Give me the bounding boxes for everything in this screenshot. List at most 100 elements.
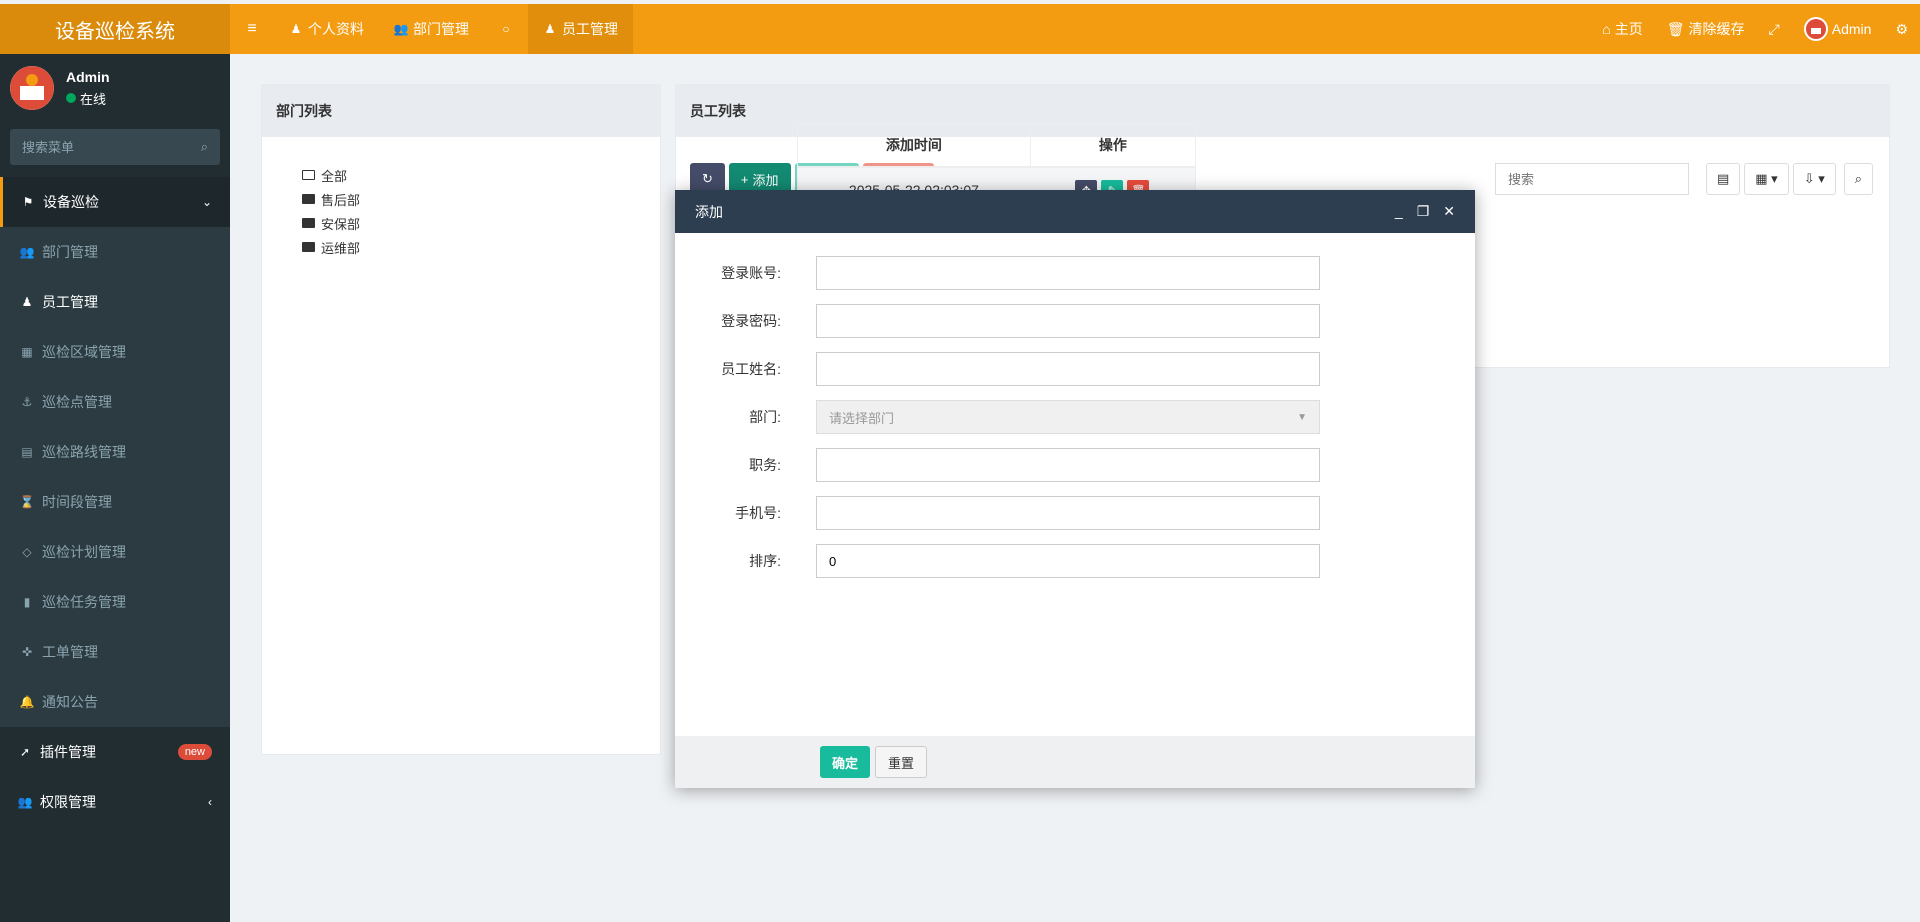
caret-down-icon: ▼ [1297, 411, 1307, 423]
user-icon: ♟ [544, 22, 556, 36]
column-add-time[interactable]: 添加时间 [798, 124, 1030, 166]
tree-node-ops[interactable]: 运维部 [302, 235, 620, 259]
online-dot-icon [66, 93, 76, 103]
user-menu[interactable]: Admin [1792, 4, 1884, 54]
sidebar: Admin 在线 ⌕ ⚑ 设备巡检 ⌄ 👥部门管理 ♟员工管理 ▦巡检区域管理 … [0, 54, 230, 922]
dept-tree: 全部 售后部 安保部 运维部 [262, 137, 660, 285]
plus-icon: + [740, 171, 749, 187]
add-dialog: 添加 _ ❐ ✕ 登录账号: 登录密码: 员工姓名: 部门: 请选择部门 ▼ 职务:… [675, 190, 1475, 788]
avatar [10, 66, 54, 110]
tree-node-security[interactable]: 安保部 [302, 211, 620, 235]
password-label: 登录密码: [721, 313, 781, 329]
user-name: Admin [66, 68, 110, 85]
table-search [1495, 163, 1689, 195]
tab-dept[interactable]: 👥 部门管理 [379, 4, 484, 54]
trash-icon: 🗑 [1666, 20, 1685, 37]
folder-open-icon [302, 170, 315, 180]
fullscreen-button[interactable]: ⤢ [1757, 4, 1792, 54]
chevron-down-icon: ⌄ [201, 195, 212, 209]
close-icon[interactable]: ✕ [1443, 203, 1455, 220]
maximize-icon[interactable]: ❐ [1417, 203, 1430, 220]
dept-label: 部门: [749, 409, 781, 425]
dept-panel-title: 部门列表 [262, 85, 660, 137]
sidebar-search: ⌕ [10, 129, 220, 165]
circle-icon: ○ [502, 22, 510, 36]
sidebar-group-inspection[interactable]: ⚑ 设备巡检 ⌄ [0, 177, 230, 227]
hourglass-icon: ⌛ [19, 495, 35, 509]
sort-field[interactable] [816, 544, 1320, 578]
dialog-footer: 确定 重置 [675, 736, 1475, 788]
folder-icon [302, 218, 315, 228]
username-label: 登录账号: [721, 265, 781, 281]
reset-button[interactable]: 重置 [875, 746, 928, 778]
new-badge: new [177, 744, 212, 760]
position-field[interactable] [816, 448, 1320, 482]
sidebar-item-plan[interactable]: ◇ 巡检计划管理 [0, 527, 230, 577]
export-button[interactable]: ⇩ ▾ [1792, 163, 1836, 195]
user-panel: Admin 在线 [0, 54, 230, 122]
minimize-icon[interactable]: _ [1395, 203, 1403, 220]
password-field[interactable] [816, 304, 1320, 338]
tree-node-aftersales[interactable]: 售后部 [302, 187, 620, 211]
sidebar-item-dept[interactable]: 👥 部门管理 [0, 227, 230, 277]
tab-circle[interactable]: ○ [484, 4, 528, 54]
sidebar-item-task[interactable]: ▮ 巡检任务管理 [0, 577, 230, 627]
clear-cache-button[interactable]: 🗑 清除缓存 [1655, 4, 1757, 54]
columns-button[interactable]: ▦ ▾ [1744, 163, 1789, 195]
add-form: 登录账号: 登录密码: 员工姓名: 部门: 请选择部门 ▼ 职务: 手机号: 排序: [675, 233, 1475, 585]
sidebar-item-workorder[interactable]: ✜ 工单管理 [0, 627, 230, 677]
sidebar-search-input[interactable] [22, 139, 201, 155]
dept-select[interactable]: 请选择部门 ▼ [816, 400, 1320, 434]
sidebar-item-employee[interactable]: ♟ 员工管理 [0, 277, 230, 327]
home-icon: ⌂ [1602, 21, 1611, 37]
search-icon: ⌕ [1854, 171, 1862, 186]
sort-label: 排序: [749, 553, 781, 569]
export-icon: ⇩ ▾ [1803, 171, 1825, 186]
mobile-field[interactable] [816, 496, 1320, 530]
users-icon: 👥 [393, 22, 409, 36]
name-label: 员工姓名: [721, 361, 781, 377]
tab-employee[interactable]: ♟ 员工管理 [528, 4, 633, 54]
sidebar-item-notice[interactable]: 🔔 通知公告 [0, 677, 230, 727]
confirm-button[interactable]: 确定 [820, 746, 871, 778]
home-link[interactable]: ⌂ 主页 [1590, 4, 1654, 54]
gears-icon: ⚙ [1895, 20, 1908, 37]
sidebar-item-plugins[interactable]: ➚ 插件管理 new [0, 727, 230, 777]
refresh-icon: ↻ [702, 171, 713, 186]
anchor-icon: ⚓ [21, 395, 33, 409]
table-search-input[interactable] [1508, 171, 1676, 187]
users-icon: 👥 [17, 795, 33, 809]
bell-icon: 🔔 [19, 695, 35, 709]
tab-profile[interactable]: ♟ 个人资料 [274, 4, 379, 54]
settings-button[interactable]: ⚙ [1883, 4, 1920, 54]
chevron-left-icon: ‹ [208, 795, 212, 809]
username-field[interactable] [816, 256, 1320, 290]
eye-icon: ◇ [22, 545, 32, 559]
search-toggle-button[interactable]: ⌕ [1843, 163, 1873, 195]
top-header: 设备巡检系统 ≡ ♟ 个人资料 👥 部门管理 ○ ♟ 员工管理 ⌂ 主页 🗑 清除缓存 ⤢… [0, 4, 1920, 54]
grid-icon: ▦ ▾ [1755, 171, 1778, 186]
map-icon: ▤ [21, 445, 33, 459]
toggle-view-button[interactable]: ▤ [1705, 163, 1741, 195]
search-icon[interactable]: ⌕ [201, 139, 208, 155]
table-tools: ▤ ▦ ▾ ⇩ ▾ ⌕ [1705, 163, 1873, 195]
tree-node-all[interactable]: 全部 [302, 163, 620, 187]
sidebar-item-auth[interactable]: 👥 权限管理 ‹ [0, 777, 230, 827]
list-icon: ▤ [1716, 171, 1730, 186]
dept-panel: 部门列表 全部 售后部 安保部 运维部 [261, 84, 661, 755]
sidebar-item-timeslot[interactable]: ⌛ 时间段管理 [0, 477, 230, 527]
crosshair-icon: ✜ [21, 645, 33, 659]
bookmark-icon: ▮ [23, 595, 31, 609]
folder-icon [302, 194, 315, 204]
name-field[interactable] [816, 352, 1320, 386]
sidebar-item-route[interactable]: ▤ 巡检路线管理 [0, 427, 230, 477]
user-icon: ♟ [290, 22, 302, 36]
folder-icon [302, 242, 315, 252]
user-icon: ♟ [21, 295, 33, 309]
dialog-header: 添加 _ ❐ ✕ [675, 190, 1475, 233]
user-status: 在线 [66, 89, 110, 108]
menu-toggle-icon[interactable]: ≡ [230, 4, 274, 54]
app-logo[interactable]: 设备巡检系统 [0, 4, 230, 54]
sidebar-item-area[interactable]: ▦ 巡检区域管理 [0, 327, 230, 377]
sidebar-item-point[interactable]: ⚓ 巡检点管理 [0, 377, 230, 427]
